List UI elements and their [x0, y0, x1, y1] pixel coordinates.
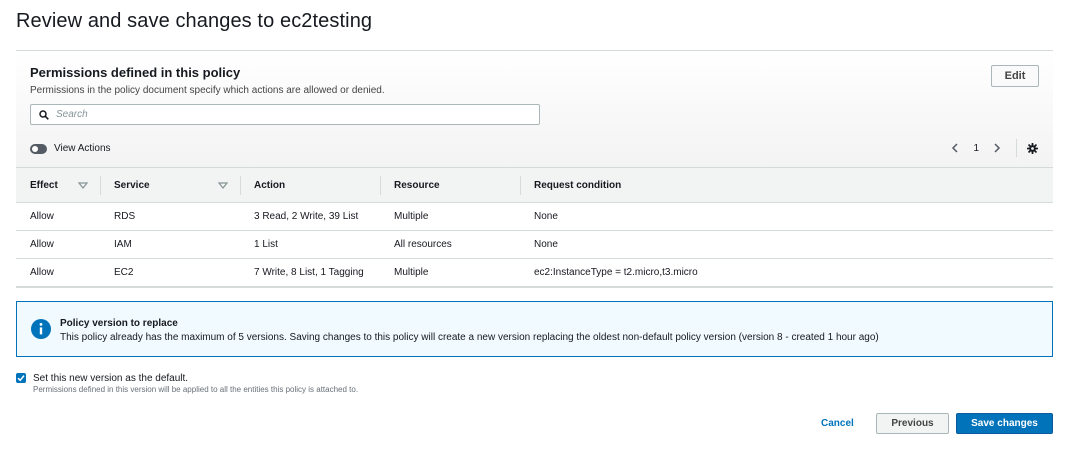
- permissions-panel-header: Permissions defined in this policy Permi…: [16, 51, 1053, 167]
- column-header-effect[interactable]: Effect: [16, 167, 100, 203]
- page-title: Review and save changes to ec2testing: [16, 10, 373, 32]
- checkmark-icon: [17, 375, 25, 382]
- view-actions-toggle-row: View Actions: [30, 143, 111, 154]
- edit-button[interactable]: Edit: [991, 65, 1039, 87]
- column-header-action: Action: [240, 167, 380, 203]
- sort-caret-icon: [78, 182, 88, 189]
- table-row: Allow IAM 1 List All resources None: [16, 230, 1053, 259]
- save-changes-button[interactable]: Save changes: [956, 413, 1053, 434]
- cell-resource: Multiple: [380, 258, 520, 288]
- chevron-right-icon: [994, 143, 1001, 153]
- info-text: This policy already has the maximum of 5…: [60, 332, 879, 343]
- permissions-panel: Permissions defined in this policy Permi…: [16, 50, 1053, 288]
- view-actions-toggle[interactable]: [30, 143, 47, 154]
- set-default-checkbox[interactable]: [16, 373, 26, 383]
- view-actions-label: View Actions: [54, 143, 111, 154]
- next-page-button[interactable]: [990, 141, 1004, 155]
- cell-action: 1 List: [240, 230, 380, 259]
- cell-effect: Allow: [16, 202, 100, 231]
- search-input[interactable]: [56, 109, 526, 120]
- cell-action: 3 Read, 2 Write, 39 List: [240, 202, 380, 231]
- cell-effect: Allow: [16, 258, 100, 288]
- preferences-button[interactable]: [1025, 141, 1039, 155]
- cell-condition: None: [520, 230, 1053, 259]
- cell-service: IAM: [100, 230, 240, 259]
- gear-icon: [1026, 142, 1038, 154]
- previous-page-button[interactable]: [948, 141, 962, 155]
- set-default-description: Permissions defined in this version will…: [33, 385, 359, 394]
- info-title: Policy version to replace: [60, 318, 178, 329]
- cell-condition: None: [520, 202, 1053, 231]
- column-header-request-condition: Request condition: [520, 167, 1053, 203]
- search-box[interactable]: [30, 104, 540, 125]
- permissions-description: Permissions in the policy document speci…: [30, 85, 385, 96]
- policy-version-info-alert: Policy version to replace This policy al…: [16, 301, 1053, 357]
- set-default-label: Set this new version as the default.: [33, 373, 189, 384]
- pagination: 1: [948, 139, 1039, 157]
- column-header-resource: Resource: [380, 167, 520, 203]
- cancel-link[interactable]: Cancel: [821, 418, 854, 429]
- chevron-left-icon: [952, 143, 958, 153]
- cell-resource: All resources: [380, 230, 520, 259]
- permissions-title: Permissions defined in this policy: [30, 65, 241, 80]
- table-row: Allow RDS 3 Read, 2 Write, 39 List Multi…: [16, 202, 1053, 231]
- cell-condition: ec2:InstanceType = t2.micro,t3.micro: [520, 258, 1053, 288]
- previous-button[interactable]: Previous: [876, 413, 949, 434]
- sort-caret-icon: [218, 182, 228, 189]
- cell-service: RDS: [100, 202, 240, 231]
- pagination-divider: [1016, 139, 1017, 157]
- permissions-table: Effect Service Action Resource Request c…: [16, 167, 1053, 288]
- table-header-row: Effect Service Action Resource Request c…: [16, 167, 1053, 203]
- info-icon: [31, 319, 51, 339]
- table-row: Allow EC2 7 Write, 8 List, 1 Tagging Mul…: [16, 258, 1053, 288]
- page-number[interactable]: 1: [973, 143, 979, 154]
- search-icon: [39, 109, 49, 120]
- column-header-service[interactable]: Service: [100, 167, 240, 203]
- cell-effect: Allow: [16, 230, 100, 259]
- cell-action: 7 Write, 8 List, 1 Tagging: [240, 258, 380, 288]
- cell-service: EC2: [100, 258, 240, 288]
- cell-resource: Multiple: [380, 202, 520, 231]
